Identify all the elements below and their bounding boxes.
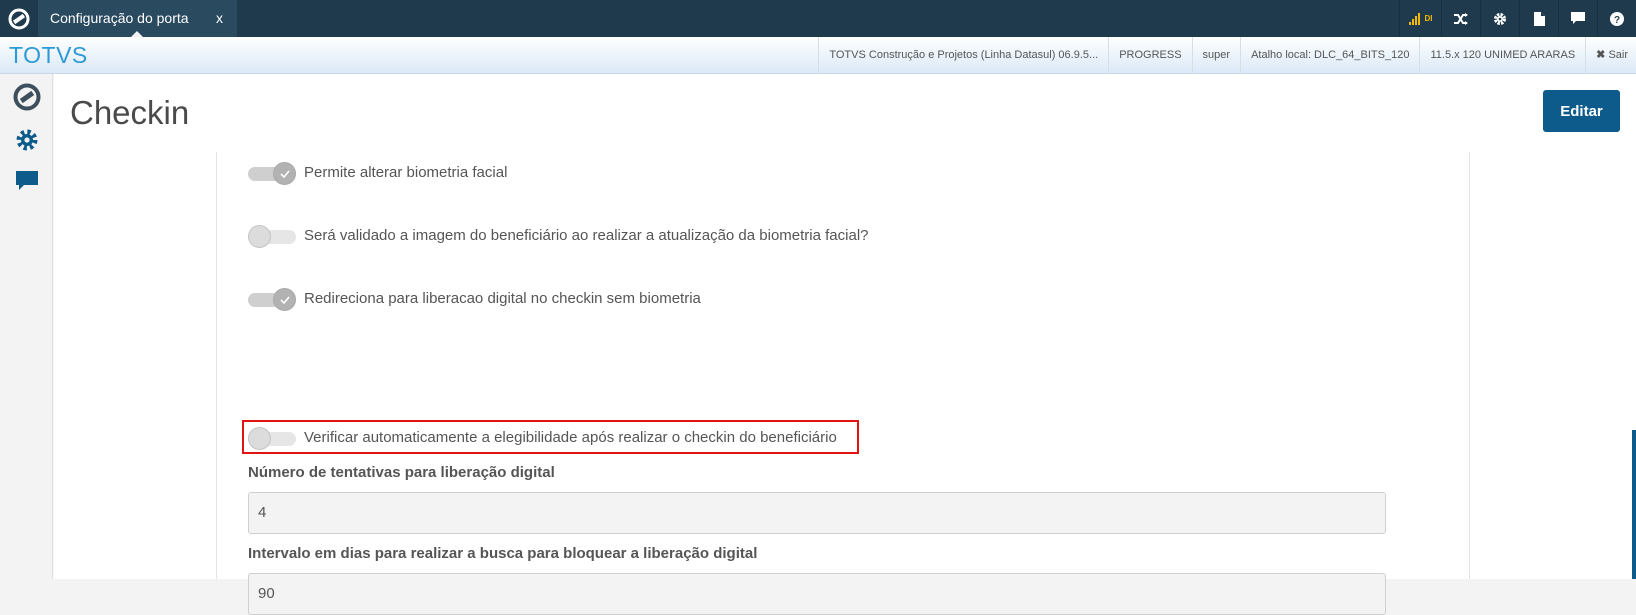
sidebar <box>0 74 53 579</box>
document-button[interactable] <box>1519 0 1558 37</box>
toggle-row-elegibilidade: Verificar automaticamente a elegibilidad… <box>248 424 837 450</box>
main-content: Checkin Editar Permite alterar biometria… <box>54 74 1636 615</box>
toggle-label: Redireciona para liberacao digital no ch… <box>304 289 701 307</box>
check-icon <box>279 169 290 178</box>
exit-button[interactable]: ✖ Sair <box>1585 37 1636 74</box>
svg-text:?: ? <box>1614 15 1620 26</box>
toolbar-icons: DI ? <box>1399 0 1636 37</box>
field-label-tentativas: Número de tentativas para liberação digi… <box>248 464 555 481</box>
toggle-row-biometria: Permite alterar biometria facial <box>248 159 507 185</box>
totvs-logo-icon <box>8 8 29 29</box>
toggle-knob <box>248 427 271 450</box>
tab-close-button[interactable]: x <box>216 0 223 37</box>
company-info: 11.5.x 120 UNIMED ARARAS <box>1419 37 1585 74</box>
app-header: TOTVS TOTVS Construção e Projetos (Linha… <box>0 37 1636 74</box>
field-label-intervalo: Intervalo em dias para realizar a busca … <box>248 545 758 562</box>
page-title: Checkin <box>70 94 190 131</box>
shuffle-icon <box>1454 12 1468 25</box>
form-panel: Permite alterar biometria facial Será va… <box>216 152 1470 615</box>
close-icon: ✖ <box>1596 49 1606 61</box>
shuffle-button[interactable] <box>1441 0 1480 37</box>
signal-button[interactable]: DI <box>1399 0 1441 37</box>
gear-icon <box>1494 12 1506 25</box>
messages-button[interactable] <box>1558 0 1597 37</box>
toggle-switch[interactable] <box>248 288 296 311</box>
database-info: PROGRESS <box>1108 37 1191 74</box>
sidebar-chat-button[interactable] <box>12 166 41 195</box>
chat-icon <box>1571 12 1585 24</box>
toggle-knob <box>273 288 296 311</box>
user-info: super <box>1191 37 1241 74</box>
intervalo-input[interactable]: 90 <box>248 573 1386 615</box>
toggle-knob <box>248 225 271 248</box>
toggle-switch[interactable] <box>248 225 296 248</box>
toggle-label: Permite alterar biometria facial <box>304 163 508 181</box>
tentativas-input[interactable]: 4 <box>248 492 1386 534</box>
shortcut-info: Atalho local: DLC_64_BITS_120 <box>1240 37 1419 74</box>
toggle-row-validar-imagem: Será validado a imagem do beneficiário a… <box>248 222 869 248</box>
totvs-logo-icon <box>13 83 40 110</box>
scrollbar-thumb[interactable] <box>1632 430 1636 579</box>
document-icon <box>1533 11 1545 26</box>
toggle-switch[interactable] <box>248 427 296 450</box>
settings-button[interactable] <box>1480 0 1519 37</box>
gear-icon <box>16 129 37 150</box>
exit-label: Sair <box>1608 49 1628 61</box>
help-icon: ? <box>1610 11 1624 26</box>
tab-title: Configuração do porta <box>50 10 189 26</box>
sidebar-settings-button[interactable] <box>12 125 41 154</box>
chat-icon <box>15 170 38 190</box>
toggle-knob <box>273 162 296 185</box>
help-button[interactable]: ? <box>1597 0 1636 37</box>
toggle-label: Verificar automaticamente a elegibilidad… <box>304 428 837 446</box>
signal-label: DI <box>1424 14 1433 23</box>
toggle-switch[interactable] <box>248 162 296 185</box>
session-info: TOTVS Construção e Projetos (Linha Datas… <box>818 37 1636 74</box>
top-bar: Configuração do porta x DI ? <box>0 0 1636 37</box>
edit-button[interactable]: Editar <box>1543 90 1620 132</box>
home-button[interactable] <box>0 0 37 37</box>
toggle-label: Será validado a imagem do beneficiário a… <box>304 226 869 244</box>
sidebar-home-button[interactable] <box>12 82 41 111</box>
brand-logo: TOTVS <box>9 42 88 68</box>
product-info: TOTVS Construção e Projetos (Linha Datas… <box>818 37 1108 74</box>
signal-icon <box>1408 12 1420 25</box>
tab-configuracao[interactable]: Configuração do porta x <box>38 0 237 37</box>
check-icon <box>279 295 290 304</box>
toggle-row-redireciona: Redireciona para liberacao digital no ch… <box>248 285 701 311</box>
